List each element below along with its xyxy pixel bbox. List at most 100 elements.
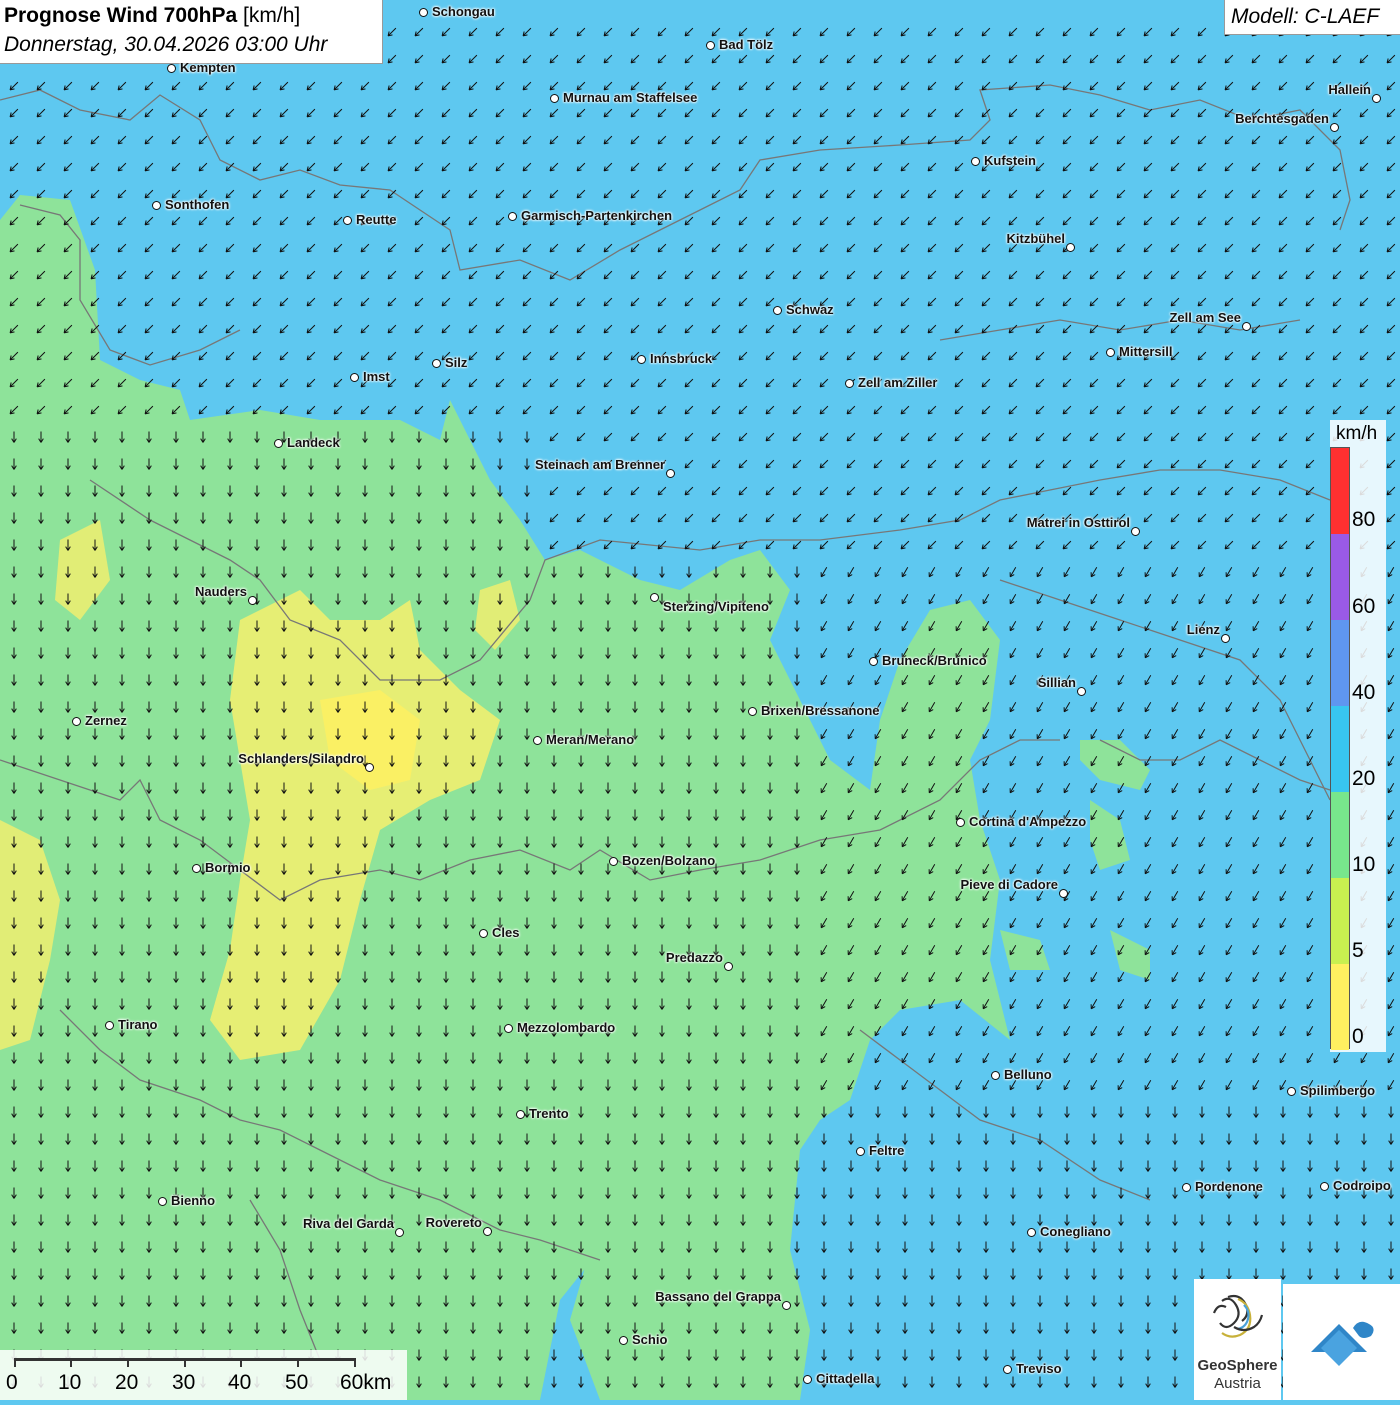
city-marker-icon[interactable]: [533, 736, 542, 745]
city-label[interactable]: Predazzo: [666, 950, 723, 965]
city-marker-icon[interactable]: [483, 1227, 492, 1236]
city-label[interactable]: Feltre: [869, 1143, 904, 1158]
city-label[interactable]: Bassano del Grappa: [655, 1289, 781, 1304]
city-marker-icon[interactable]: [167, 64, 176, 73]
city-marker-icon[interactable]: [248, 596, 257, 605]
city-label[interactable]: Pieve di Cadore: [960, 877, 1058, 892]
city-label[interactable]: Zell am Ziller: [858, 375, 937, 390]
city-marker-icon[interactable]: [650, 593, 659, 602]
city-marker-icon[interactable]: [706, 41, 715, 50]
city-label[interactable]: Schio: [632, 1332, 667, 1347]
city-label[interactable]: Trento: [529, 1106, 569, 1121]
city-label[interactable]: Conegliano: [1040, 1224, 1111, 1239]
city-label[interactable]: Belluno: [1004, 1067, 1052, 1082]
city-marker-icon[interactable]: [991, 1071, 1000, 1080]
city-label[interactable]: Landeck: [287, 435, 340, 450]
city-marker-icon[interactable]: [1320, 1182, 1329, 1191]
city-marker-icon[interactable]: [609, 857, 618, 866]
city-marker-icon[interactable]: [1106, 348, 1115, 357]
city-marker-icon[interactable]: [1221, 634, 1230, 643]
city-label[interactable]: Treviso: [1016, 1361, 1062, 1376]
city-marker-icon[interactable]: [432, 359, 441, 368]
city-label[interactable]: Codroipo: [1333, 1178, 1391, 1193]
city-label[interactable]: Tirano: [118, 1017, 158, 1032]
city-marker-icon[interactable]: [1131, 527, 1140, 536]
city-label[interactable]: Sillian: [1038, 675, 1076, 690]
city-label[interactable]: Schlanders/Silandro: [238, 751, 364, 766]
city-label[interactable]: Mezzolombardo: [517, 1020, 615, 1035]
city-label[interactable]: Silz: [445, 355, 467, 370]
city-marker-icon[interactable]: [1059, 889, 1068, 898]
city-label[interactable]: Reutte: [356, 212, 396, 227]
city-marker-icon[interactable]: [1372, 94, 1381, 103]
city-marker-icon[interactable]: [803, 1375, 812, 1384]
city-marker-icon[interactable]: [1182, 1183, 1191, 1192]
city-label[interactable]: Kitzbühel: [1007, 231, 1066, 246]
city-label[interactable]: Pordenone: [1195, 1179, 1263, 1194]
city-marker-icon[interactable]: [1066, 243, 1075, 252]
city-label[interactable]: Spilimbergo: [1300, 1083, 1375, 1098]
city-marker-icon[interactable]: [1287, 1087, 1296, 1096]
city-marker-icon[interactable]: [508, 212, 517, 221]
city-label[interactable]: Bad Tölz: [719, 37, 773, 52]
weather-app-logo[interactable]: [1283, 1284, 1400, 1400]
city-marker-icon[interactable]: [971, 157, 980, 166]
city-marker-icon[interactable]: [479, 929, 488, 938]
city-label[interactable]: Bozen/Bolzano: [622, 853, 715, 868]
city-label[interactable]: Steinach am Brenner: [535, 457, 665, 472]
city-label[interactable]: Nauders: [195, 584, 247, 599]
city-marker-icon[interactable]: [956, 818, 965, 827]
city-marker-icon[interactable]: [365, 763, 374, 772]
city-marker-icon[interactable]: [192, 864, 201, 873]
city-label[interactable]: Berchtesgaden: [1235, 111, 1329, 126]
city-marker-icon[interactable]: [1242, 322, 1251, 331]
city-marker-icon[interactable]: [1077, 687, 1086, 696]
city-marker-icon[interactable]: [1003, 1365, 1012, 1374]
city-label[interactable]: Bruneck/Brunico: [882, 653, 987, 668]
city-label[interactable]: Meran/Merano: [546, 732, 634, 747]
city-label[interactable]: Sterzing/Vipiteno: [663, 599, 769, 614]
city-label[interactable]: Sonthofen: [165, 197, 229, 212]
city-label[interactable]: Bienno: [171, 1193, 215, 1208]
geosphere-logo[interactable]: GeoSphere Austria: [1194, 1279, 1281, 1400]
city-marker-icon[interactable]: [350, 373, 359, 382]
city-marker-icon[interactable]: [158, 1197, 167, 1206]
city-marker-icon[interactable]: [1330, 123, 1339, 132]
city-label[interactable]: Zell am See: [1169, 310, 1241, 325]
city-marker-icon[interactable]: [152, 201, 161, 210]
city-label[interactable]: Brixen/Bressanone: [761, 703, 880, 718]
city-label[interactable]: Murnau am Staffelsee: [563, 90, 697, 105]
city-label[interactable]: Riva del Garda: [303, 1216, 394, 1231]
city-marker-icon[interactable]: [619, 1336, 628, 1345]
city-label[interactable]: Cittadella: [816, 1371, 875, 1386]
city-label[interactable]: Hallein: [1328, 82, 1371, 97]
city-label[interactable]: Matrei in Osttirol: [1027, 515, 1130, 530]
city-marker-icon[interactable]: [550, 94, 559, 103]
city-label[interactable]: Imst: [363, 369, 390, 384]
city-label[interactable]: Lienz: [1187, 622, 1220, 637]
city-marker-icon[interactable]: [748, 707, 757, 716]
city-marker-icon[interactable]: [773, 306, 782, 315]
city-marker-icon[interactable]: [72, 717, 81, 726]
city-label[interactable]: Cles: [492, 925, 519, 940]
city-label[interactable]: Innsbruck: [650, 351, 712, 366]
city-marker-icon[interactable]: [419, 8, 428, 17]
city-label[interactable]: Bormio: [205, 860, 251, 875]
city-marker-icon[interactable]: [504, 1024, 513, 1033]
city-label[interactable]: Kempten: [180, 60, 236, 75]
city-marker-icon[interactable]: [274, 439, 283, 448]
city-marker-icon[interactable]: [856, 1147, 865, 1156]
city-marker-icon[interactable]: [343, 216, 352, 225]
city-label[interactable]: Mittersill: [1119, 344, 1172, 359]
city-marker-icon[interactable]: [869, 657, 878, 666]
city-label[interactable]: Schwaz: [786, 302, 834, 317]
city-marker-icon[interactable]: [1027, 1228, 1036, 1237]
city-marker-icon[interactable]: [724, 962, 733, 971]
city-marker-icon[interactable]: [782, 1301, 791, 1310]
city-label[interactable]: Cortina d'Ampezzo: [969, 814, 1086, 829]
city-label[interactable]: Zernez: [85, 713, 127, 728]
city-label[interactable]: Rovereto: [426, 1215, 482, 1230]
city-marker-icon[interactable]: [395, 1228, 404, 1237]
city-marker-icon[interactable]: [105, 1021, 114, 1030]
city-label[interactable]: Kufstein: [984, 153, 1036, 168]
